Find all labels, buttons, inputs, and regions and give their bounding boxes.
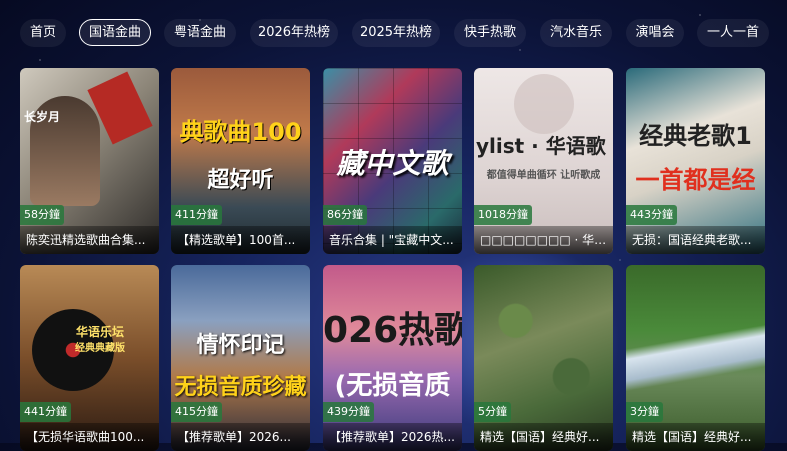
- thumbnail-art-text: 经典老歌1: [639, 122, 752, 150]
- tab-cantonese-classics[interactable]: 粤语金曲: [164, 19, 236, 47]
- duration-badge: 58分鐘: [20, 205, 64, 225]
- thumbnail-art-subtext: (无损音质: [334, 371, 451, 401]
- tab-2026-hits[interactable]: 2026年热榜: [250, 19, 338, 47]
- duration-badge: 441分鐘: [20, 402, 71, 422]
- playlist-card[interactable]: 3分鐘 精选【国语】经典好...: [626, 265, 765, 451]
- playlist-card[interactable]: 藏中文歌 86分鐘 音乐合集 | "宝藏中文...: [323, 68, 462, 254]
- thumbnail-art-text: 华语乐坛: [75, 325, 124, 339]
- playlist-title: 无损：国语经典老歌...: [626, 226, 765, 254]
- playlist-card[interactable]: 026热歌 (无损音质 439分鐘 【推荐歌单】2026热...: [323, 265, 462, 451]
- tab-qishui-music[interactable]: 汽水音乐: [540, 19, 612, 47]
- thumbnail-art-subtext: 都值得单曲循环 让听歌成: [486, 170, 601, 181]
- duration-badge: 86分鐘: [323, 205, 367, 225]
- duration-badge: 439分鐘: [323, 402, 374, 422]
- thumbnail-art-text: ylist · 华语歌: [476, 134, 606, 158]
- playlist-title: 音乐合集 | "宝藏中文...: [323, 226, 462, 254]
- thumbnail-art-text: 长岁月: [24, 110, 61, 124]
- playlist-title: 【精选歌单】100首...: [171, 226, 310, 254]
- tab-2025-hits[interactable]: 2025年热榜: [352, 19, 440, 47]
- tab-home[interactable]: 首页: [20, 19, 66, 47]
- playlist-title: 【无损华语歌曲100...: [20, 423, 159, 451]
- tab-kuaishou-hits[interactable]: 快手热歌: [454, 19, 526, 47]
- thumbnail-art-subtext: 经典典藏版: [75, 343, 125, 354]
- duration-badge: 5分鐘: [474, 402, 511, 422]
- duration-badge: 3分鐘: [626, 402, 663, 422]
- duration-badge: 1018分鐘: [474, 205, 532, 225]
- category-tabs: 首页 国语金曲 粤语金曲 2026年热榜 2025年热榜 快手热歌 汽水音乐 演…: [0, 19, 787, 49]
- thumbnail-art-text: 情怀印记: [196, 333, 285, 358]
- playlist-title: 陈奕迅精选歌曲合集...: [20, 226, 159, 254]
- playlist-card[interactable]: 典歌曲100 超好听 411分鐘 【精选歌单】100首...: [171, 68, 310, 254]
- tab-concerts[interactable]: 演唱会: [626, 19, 684, 47]
- tab-mandarin-classics[interactable]: 国语金曲: [79, 19, 151, 46]
- playlist-title: 精选【国语】经典好...: [626, 423, 765, 451]
- playlist-title: 【推荐歌单】2026热...: [323, 423, 462, 451]
- playlist-card[interactable]: ylist · 华语歌 都值得单曲循环 让听歌成 1018分鐘 □□□□□□□□…: [474, 68, 613, 254]
- thumbnail-art-subtext: 超好听: [207, 168, 274, 193]
- playlist-title: 【推荐歌单】2026...: [171, 423, 310, 451]
- thumbnail-art-text: 典歌曲100: [179, 118, 302, 146]
- playlist-card[interactable]: 5分鐘 精选【国语】经典好...: [474, 265, 613, 451]
- thumbnail-art-subtext: 无损音质珍藏: [174, 375, 307, 400]
- duration-badge: 443分鐘: [626, 205, 677, 225]
- duration-badge: 415分鐘: [171, 402, 222, 422]
- playlist-card[interactable]: 长岁月 58分鐘 陈奕迅精选歌曲合集...: [20, 68, 159, 254]
- playlist-card[interactable]: 情怀印记 无损音质珍藏 415分鐘 【推荐歌单】2026...: [171, 265, 310, 451]
- playlist-card[interactable]: 华语乐坛 经典典藏版 441分鐘 【无损华语歌曲100...: [20, 265, 159, 451]
- tab-one-person-one-song[interactable]: 一人一首: [697, 19, 769, 47]
- thumbnail-art-text: 藏中文歌: [336, 147, 449, 180]
- thumbnail-art-subtext: 一首都是经: [635, 166, 756, 194]
- playlist-title: 精选【国语】经典好...: [474, 423, 613, 451]
- thumbnail-art-text: 026热歌: [323, 310, 462, 351]
- playlist-title: □□□□□□□□ · 华语歌单...: [474, 226, 613, 254]
- duration-badge: 411分鐘: [171, 205, 222, 225]
- playlist-card[interactable]: 经典老歌1 一首都是经 443分鐘 无损：国语经典老歌...: [626, 68, 765, 254]
